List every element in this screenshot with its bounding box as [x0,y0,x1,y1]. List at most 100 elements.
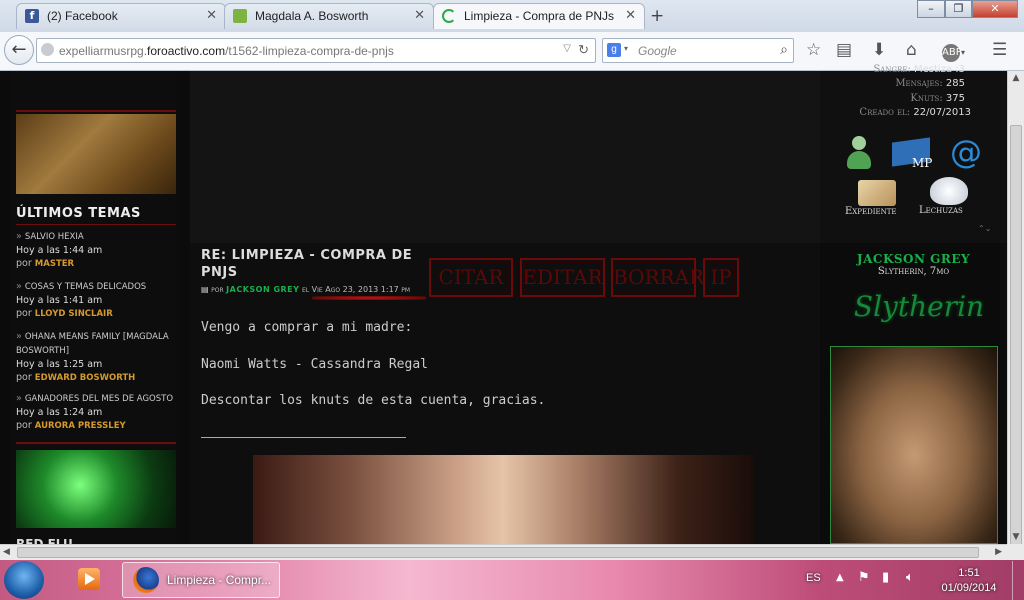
messenger-icon[interactable] [843,136,875,172]
url-path: /t1562-limpieza-compra-de-pnjs [225,44,394,58]
delete-button[interactable]: BORRAR [611,258,704,297]
tab-title: (2) Facebook [47,9,118,23]
reload-icon[interactable]: ↻ [578,42,589,58]
action-center-icon[interactable]: ⚑ [858,570,870,585]
topic-author-link[interactable]: MASTER [35,259,74,269]
scroll-right-icon[interactable]: ▶ [995,547,1002,557]
topic-author-link[interactable]: AURORA PRESSLEY [35,421,126,431]
divider [16,110,176,112]
firefox-icon [133,567,159,593]
profile-stat-knuts: Knuts: 375 [830,93,965,104]
close-icon[interactable]: ✕ [625,8,636,23]
media-player-icon[interactable] [68,563,112,597]
adblock-icon[interactable]: ABP [942,44,962,62]
topic-time: Hoy a las 1:25 am [16,359,103,370]
post-by: por [211,285,224,294]
scroll-down-icon[interactable]: ▼ [1008,532,1024,542]
taskbar-firefox[interactable]: Limpieza - Compr... [122,562,280,598]
new-tab-button[interactable]: + [650,6,664,26]
scroll-up-icon[interactable]: ▲ [1008,73,1024,83]
ip-button[interactable]: IP [703,258,739,297]
clock-time: 1:51 [958,567,980,579]
search-bar[interactable]: g ▾ Google ⌕ [602,38,794,63]
post-line: Descontar los knuts de esta cuenta, grac… [201,393,546,408]
topic-title-link[interactable]: OHANA MEANS FAMILY [MAGDALA BOSWORTH] [16,332,169,356]
chevron-down-icon[interactable]: ▾ [961,48,965,57]
email-icon[interactable]: @ [948,134,984,170]
author-name[interactable]: JACKSON GREY [830,252,997,266]
tab-magdala[interactable]: Magdala A. Bosworth ✕ [224,3,434,29]
stat-value: 285 [945,78,965,89]
url-host: foroactivo.com [147,44,226,58]
topic-title-link[interactable]: COSAS Y TEMAS DELICADOS [25,282,146,292]
mp-label: MP [912,156,933,170]
lechuzas-label[interactable]: Lechuzas [919,205,963,216]
stat-value: 22/07/2013 [913,107,971,118]
scroll-left-icon[interactable]: ◀ [3,547,10,557]
quote-button[interactable]: CITAR [429,258,513,297]
network-icon[interactable]: ▮ [882,570,889,585]
topic-by: por [16,372,32,383]
horizontal-scroll-thumb[interactable] [17,547,979,558]
close-window-button[interactable]: ✕ [972,0,1018,18]
restore-button[interactable]: ❐ [945,0,972,18]
topic-title-link[interactable]: SALVIO HEXIA [25,232,84,242]
tray-expand-icon[interactable]: ▲ [836,572,844,583]
close-icon[interactable]: ✕ [206,8,217,23]
reading-list-icon[interactable]: ▤ [836,40,852,60]
topic-time: Hoy a las 1:24 am [16,407,103,418]
scroll-top-icon[interactable]: ⌃⌄ [978,224,991,233]
search-input[interactable]: Google [638,44,677,58]
minimize-button[interactable]: – [917,0,945,18]
volume-icon[interactable]: 🔈︎ [906,570,914,585]
vertical-scroll-thumb[interactable] [1010,125,1022,551]
post-title: RE: LIMPIEZA - COMPRA DE PNJS [201,248,413,280]
start-button[interactable] [4,561,44,599]
topic-title-link[interactable]: GANADORES DEL MES DE AGOSTO [25,394,173,404]
chevron-down-icon[interactable]: ▾ [624,44,628,53]
system-clock[interactable]: 1:51 01/09/2014 [930,566,1008,596]
list-item: » COSAS Y TEMAS DELICADOS Hoy a las 1:41… [16,280,181,321]
signature-image [253,455,753,544]
sidebar-image [16,450,176,528]
home-icon[interactable]: ⌂ [906,40,917,60]
tab-facebook[interactable]: f (2) Facebook ✕ [16,3,226,29]
list-item: » OHANA MEANS FAMILY [MAGDALA BOSWORTH] … [16,330,181,385]
tab-limpieza[interactable]: Limpieza - Compra de PNJs ✕ [433,3,645,29]
list-item: » GANADORES DEL MES DE AGOSTO Hoy a las … [16,392,181,433]
url-bar[interactable]: expelliarmusrpg.foroactivo.com/t1562-lim… [36,38,596,63]
vertical-scrollbar[interactable]: ▲ ▼ [1007,71,1024,551]
topic-author-link[interactable]: EDWARD BOSWORTH [35,373,136,383]
dropdown-icon[interactable]: ▽ [563,43,571,54]
search-icon[interactable]: ⌕ [780,41,788,58]
show-desktop-button[interactable] [1012,561,1024,600]
stat-label: Sangre: [873,64,911,75]
horizontal-scrollbar[interactable]: ◀ ▶ [0,544,1007,560]
private-message-icon[interactable]: MP [892,136,936,172]
topic-author-link[interactable]: LLOYD SINCLAIR [35,309,113,319]
owl-icon[interactable] [930,177,968,205]
scroll-icon[interactable] [858,180,896,206]
expediente-label[interactable]: Expediente [845,206,897,217]
language-indicator[interactable]: ES [806,572,821,584]
bookmark-star-icon[interactable]: ☆ [806,40,821,60]
close-icon[interactable]: ✕ [414,8,425,23]
underline-decoration [312,296,426,300]
download-icon[interactable]: ⬇ [872,40,886,60]
sidebar-image [16,114,176,194]
url-prefix: expelliarmusrpg. [59,44,148,58]
house-banner: Slytherin [853,290,985,323]
topic-by: por [16,258,32,269]
signature-divider [201,437,406,438]
stat-label: Creado el: [859,107,911,118]
back-button[interactable]: ← [4,35,34,65]
edit-button[interactable]: EDITAR [520,258,605,297]
tab-title: Limpieza - Compra de PNJs [464,9,615,23]
globe-icon [41,43,54,56]
post-author-link[interactable]: JACKSON GREY [226,285,299,294]
chat-icon [233,9,247,23]
post-icon: ▤ [201,285,209,294]
menu-icon[interactable]: ☰ [992,40,1007,60]
post-line: Vengo a comprar a mi madre: [201,320,413,335]
avatar [830,346,998,544]
